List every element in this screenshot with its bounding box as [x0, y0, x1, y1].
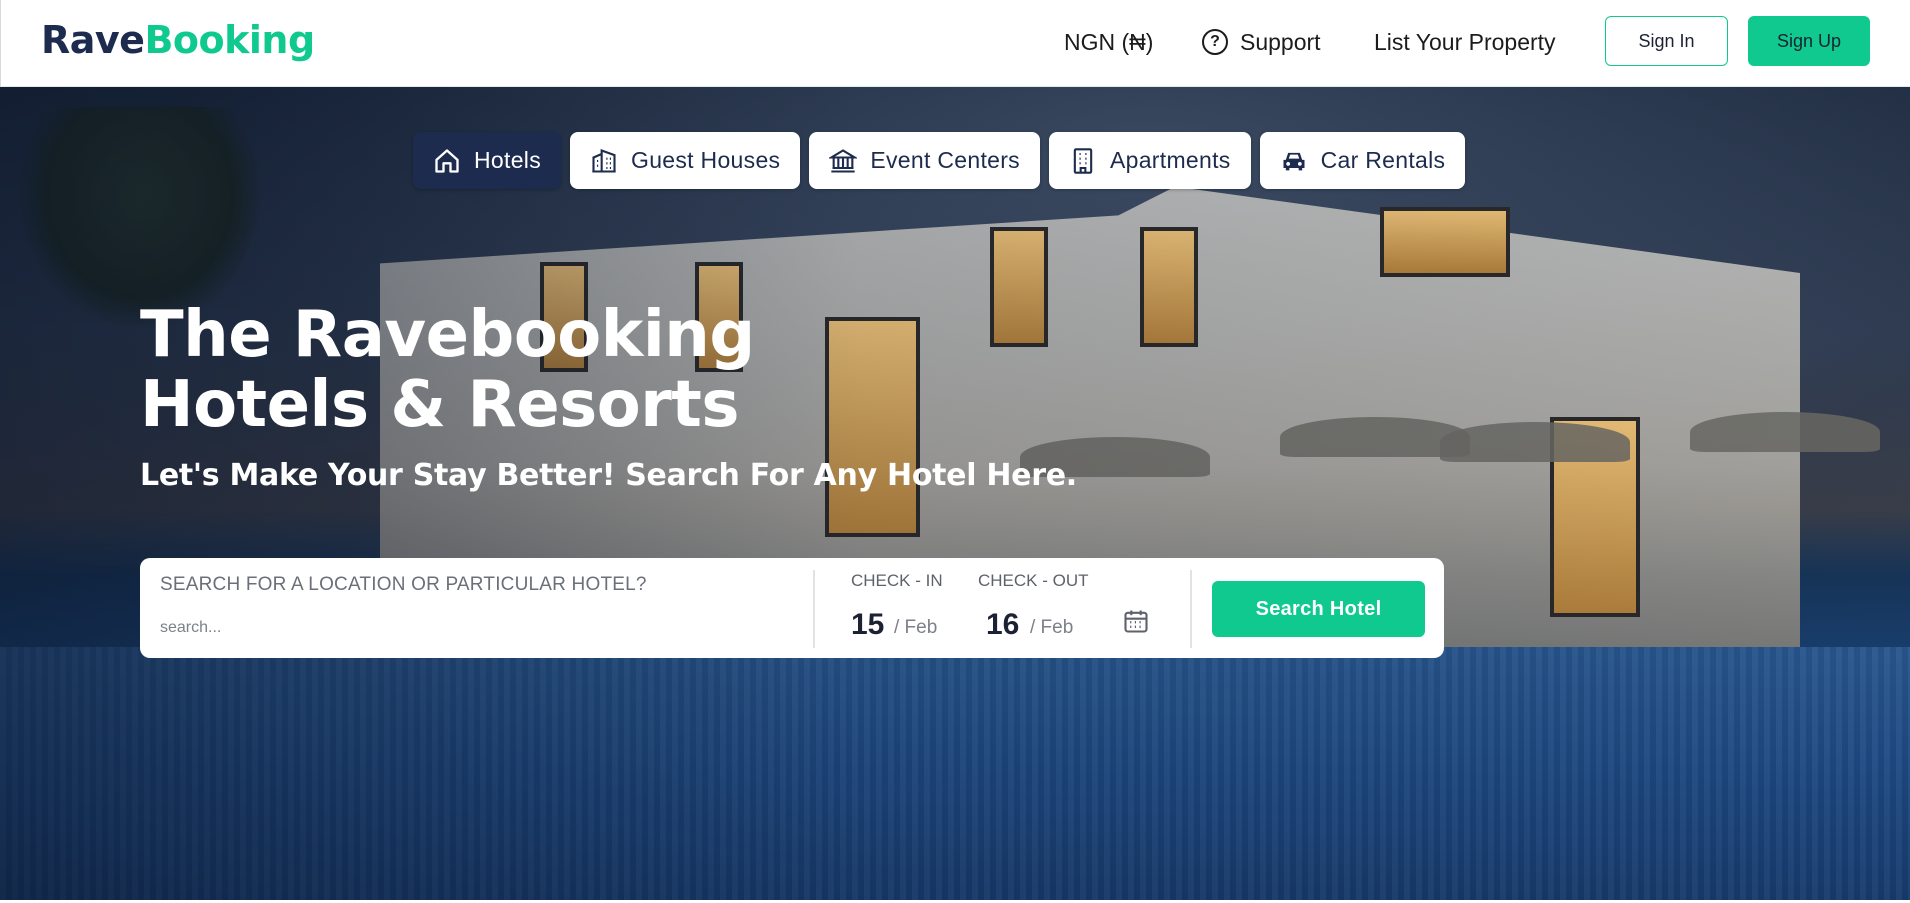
hotel-search-box: SEARCH FOR A LOCATION OR PARTICULAR HOTE… [140, 558, 1444, 658]
list-property-link[interactable]: List Your Property [1374, 0, 1556, 84]
logo-part-booking: Booking [144, 18, 315, 62]
sign-in-button[interactable]: Sign In [1605, 16, 1728, 66]
question-circle-icon: ? [1202, 29, 1228, 55]
hero-title-line1: The Ravebooking [140, 298, 755, 372]
hero-overlay [0, 87, 1910, 900]
logo-part-rave: Rave [41, 18, 145, 62]
car-icon [1283, 152, 1305, 170]
tab-label: Guest Houses [631, 147, 781, 173]
search-label: SEARCH FOR A LOCATION OR PARTICULAR HOTE… [160, 574, 647, 595]
hero-title-line2: Hotels & Resorts [140, 368, 739, 442]
tab-apartments[interactable]: Apartments [1048, 132, 1251, 189]
hero-section [0, 87, 1910, 900]
top-header: RaveBooking NGN (₦) ? Support List Your … [0, 0, 1910, 87]
building-icon [592, 148, 616, 173]
tab-label: Event Centers [870, 147, 1020, 173]
tab-label: Hotels [474, 147, 541, 173]
sign-up-button[interactable]: Sign Up [1748, 16, 1870, 66]
support-label: Support [1240, 28, 1321, 55]
hero-title: The Ravebooking Hotels & Resorts [140, 300, 840, 440]
tab-car-rentals[interactable]: Car Rentals [1259, 132, 1466, 189]
check-in-label: CHECK - IN [851, 571, 943, 590]
divider [1190, 570, 1192, 648]
check-out-label: CHECK - OUT [978, 571, 1089, 590]
currency-label: NGN (₦) [1064, 28, 1154, 55]
search-hotel-button[interactable]: Search Hotel [1212, 581, 1425, 637]
tab-hotels[interactable]: Hotels [413, 132, 561, 189]
tab-guest-houses[interactable]: Guest Houses [570, 132, 801, 189]
list-property-label: List Your Property [1374, 28, 1556, 55]
hero-subtitle: Let's Make Your Stay Better! Search For … [140, 458, 1077, 493]
check-out-day[interactable]: 16 [986, 608, 1019, 642]
tab-label: Car Rentals [1320, 147, 1446, 173]
tab-event-centers[interactable]: Event Centers [809, 132, 1040, 189]
check-in-day[interactable]: 15 [851, 608, 884, 642]
search-input[interactable] [160, 613, 760, 643]
tab-label: Apartments [1109, 147, 1231, 173]
calendar-icon[interactable] [1122, 607, 1150, 635]
logo[interactable]: RaveBooking [41, 16, 315, 64]
divider [813, 570, 815, 648]
currency-selector[interactable]: NGN (₦) [1064, 0, 1153, 84]
apartment-icon [1073, 147, 1093, 174]
support-link[interactable]: ? Support [1202, 0, 1321, 84]
home-icon [435, 148, 459, 173]
check-out-month[interactable]: / Feb [1030, 617, 1073, 639]
bank-icon [829, 148, 858, 173]
category-tabs: Hotels Guest Houses Event Centers Apartm… [413, 132, 1466, 189]
check-in-month[interactable]: / Feb [894, 617, 937, 639]
